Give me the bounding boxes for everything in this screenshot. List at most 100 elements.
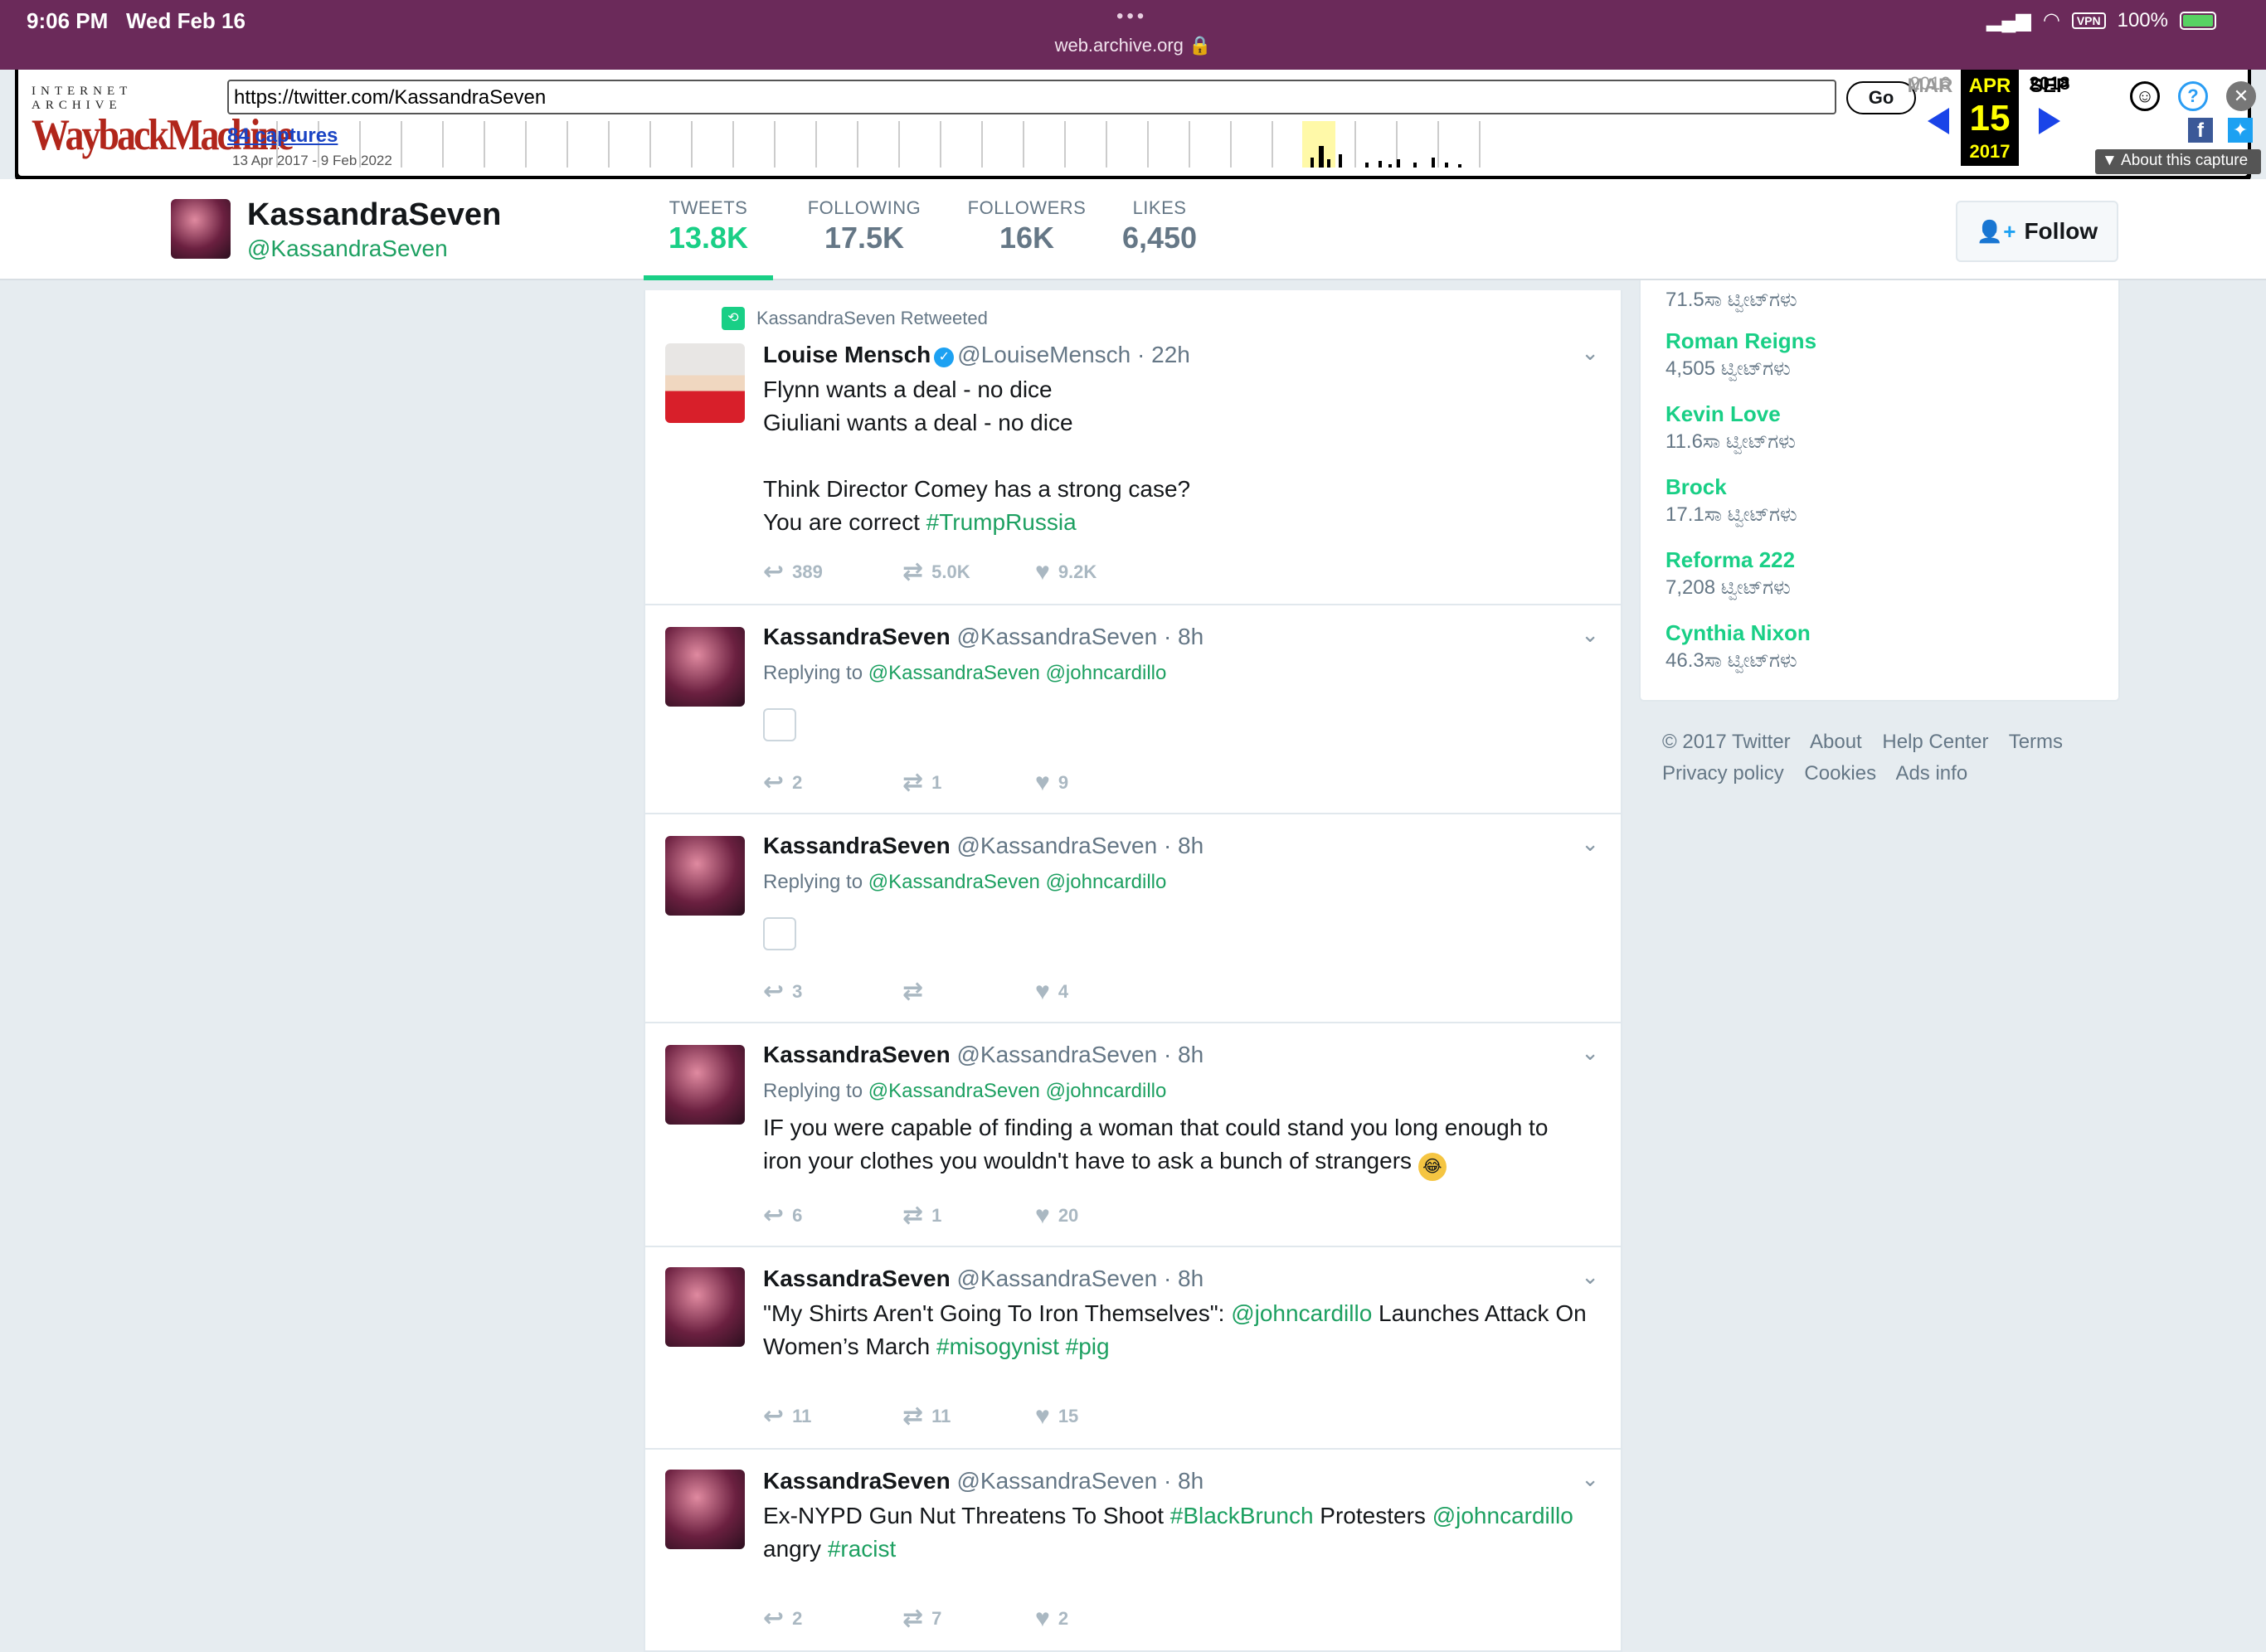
close-icon[interactable]: ✕ [2226,81,2256,111]
reply-icon: ↩ [763,978,785,1005]
hashtag-link[interactable]: #TrumpRussia [926,509,1077,535]
next-capture-arrow-icon[interactable] [2039,108,2060,134]
tweet[interactable]: KassandraSeven @KassandraSeven · 8h ⌄ Re… [645,814,1621,1023]
retweet-button[interactable]: ⇄ 1 [902,768,1035,797]
avatar[interactable] [665,1470,745,1549]
like-button[interactable]: ♥ 9 [1035,768,1068,797]
like-button[interactable]: ♥ 15 [1035,1402,1078,1431]
retweet-button[interactable]: ⇄ 11 [902,1402,1035,1431]
reply-button[interactable]: ↩ 11 [763,1402,902,1431]
media-placeholder[interactable] [763,917,796,950]
avatar[interactable] [665,627,745,707]
chevron-down-icon[interactable]: ⌄ [1581,622,1599,648]
facebook-icon[interactable]: f [2188,118,2213,143]
reply-button[interactable]: ↩ 389 [763,557,902,586]
tweet[interactable]: KassandraSeven @KassandraSeven · 8h ⌄ Re… [645,1023,1621,1247]
chevron-down-icon[interactable]: ⌄ [1581,1264,1599,1290]
trend-item[interactable]: Roman Reigns 4,505 ಟ್ವೀಟ್‌ಗಳು [1665,328,1816,381]
tweet-author-name[interactable]: Louise Mensch [763,342,931,367]
like-button[interactable]: ♥ 9.2K [1035,557,1097,586]
tweet-time[interactable]: · 8h [1164,624,1204,649]
calendar-next[interactable]: SEP 2018 [2020,70,2079,98]
tweet-author-handle[interactable]: @KassandraSeven [956,833,1157,858]
tweet-time[interactable]: · 8h [1164,1468,1204,1494]
tweet[interactable]: KassandraSeven @KassandraSeven · 8h ⌄ Ex… [645,1450,1621,1652]
tweet-time[interactable]: · 8h [1164,1266,1204,1291]
retweet-button[interactable]: ⇄ 7 [902,1604,1035,1633]
help-icon[interactable]: ? [2178,81,2208,111]
profile-handle[interactable]: @KassandraSeven [247,236,448,262]
tweet-author-name[interactable]: KassandraSeven [763,1042,951,1067]
about-capture-button[interactable]: ▼ About this capture [2095,149,2261,174]
footer-terms-link[interactable]: Terms [2009,731,2063,753]
tweet[interactable]: KassandraSeven @KassandraSeven · 8h ⌄ Re… [645,605,1621,814]
avatar[interactable] [665,1267,745,1347]
retweet-button[interactable]: ⇄ [902,977,1035,1006]
tweet-author-handle[interactable]: @KassandraSeven [956,1266,1157,1291]
stat-likes[interactable]: LIKES 6,450 [1111,197,1208,255]
tweet-author-handle[interactable]: @KassandraSeven [956,1042,1157,1067]
retweet-button[interactable]: ⇄ 5.0K [902,557,1035,586]
trend-item[interactable]: Kevin Love 11.6ಸಾ ಟ್ವೀಟ್‌ಗಳು [1665,401,1796,454]
tweet-author-handle[interactable]: @KassandraSeven [956,624,1157,649]
stat-tweets[interactable]: TWEETS 13.8K [644,197,773,280]
footer-about-link[interactable]: About [1810,731,1862,753]
hashtag-link[interactable]: #misogynist [936,1334,1059,1359]
tweet-author-name[interactable]: KassandraSeven [763,1468,951,1494]
media-placeholder[interactable] [763,708,796,741]
capture-sparkline[interactable] [227,121,1911,168]
chevron-down-icon[interactable]: ⌄ [1581,1040,1599,1066]
trend-item[interactable]: Brock 17.1ಸಾ ಟ್ವೀಟ್‌ಗಳು [1665,474,1797,527]
hashtag-link[interactable]: #racist [828,1536,896,1562]
like-button[interactable]: ♥ 20 [1035,1201,1078,1230]
tweet[interactable]: ⟲ KassandraSeven Retweeted Louise Mensch… [645,290,1621,605]
chevron-down-icon[interactable]: ⌄ [1581,1466,1599,1492]
wayback-url-input[interactable]: https://twitter.com/KassandraSeven [227,80,1836,114]
profile-name[interactable]: KassandraSeven [247,197,501,233]
like-button[interactable]: ♥ 4 [1035,977,1068,1006]
reply-button[interactable]: ↩ 2 [763,768,902,797]
tweet-time[interactable]: · 8h [1164,1042,1204,1067]
avatar[interactable] [665,343,745,423]
twitter-icon[interactable]: ✦ [2228,118,2253,143]
tweet-time[interactable]: · 8h [1164,833,1204,858]
trend-item[interactable]: Reforma 222 7,208 ಟ್ವೀಟ್‌ಗಳು [1665,547,1795,600]
avatar[interactable] [665,836,745,916]
tweet-time[interactable]: · 22h [1137,342,1190,367]
footer-ads-link[interactable]: Ads info [1895,762,1967,785]
mention-link[interactable]: @johncardillo [1432,1503,1573,1528]
reply-button[interactable]: ↩ 2 [763,1604,902,1633]
retweet-button[interactable]: ⇄ 1 [902,1201,1035,1230]
trend-item[interactable]: 71.5ಸಾ ಟ್ವೀಟ್‌ಗಳು [1665,285,1797,312]
trend-item[interactable]: Cynthia Nixon 46.3ಸಾ ಟ್ವೀಟ್‌ಗಳು [1665,620,1811,673]
tweet-author-name[interactable]: KassandraSeven [763,833,951,858]
tweet-author-handle[interactable]: @LouiseMensch [957,342,1131,367]
tweet-author-name[interactable]: KassandraSeven [763,624,951,649]
chevron-down-icon[interactable]: ⌄ [1581,340,1599,366]
avatar[interactable] [665,1045,745,1125]
like-button[interactable]: ♥ 2 [1035,1604,1068,1633]
tab-options-icon[interactable]: ••• [1116,5,1147,28]
tweet-author-handle[interactable]: @KassandraSeven [956,1468,1157,1494]
prev-capture-arrow-icon[interactable] [1928,108,1949,134]
calendar-prev[interactable]: MAR 2016 [1901,70,1959,98]
chevron-down-icon[interactable]: ⌄ [1581,831,1599,857]
reply-button[interactable]: ↩ 3 [763,977,902,1006]
captures-link[interactable]: 84 captures [227,124,338,148]
hashtag-link[interactable]: #pig [1066,1334,1110,1359]
user-icon[interactable]: ☺ [2130,81,2160,111]
stat-following[interactable]: FOLLOWING 17.5K [793,197,936,255]
wayback-logo[interactable]: INTERNET ARCHIVE WaybackMachine [32,85,294,159]
hashtag-link[interactable]: #BlackBrunch [1170,1503,1314,1528]
footer-cookies-link[interactable]: Cookies [1804,762,1876,785]
tweet[interactable]: KassandraSeven @KassandraSeven · 8h ⌄ "M… [645,1247,1621,1450]
avatar[interactable] [171,199,231,259]
tweet-author-name[interactable]: KassandraSeven [763,1266,951,1291]
stat-followers[interactable]: FOLLOWERS 16K [954,197,1100,255]
mention-link[interactable]: @johncardillo [1231,1300,1372,1326]
follow-button[interactable]: 👤+ Follow [1956,201,2118,262]
reply-button[interactable]: ↩ 6 [763,1201,902,1230]
footer-privacy-link[interactable]: Privacy policy [1662,762,1784,785]
address-bar[interactable]: web.archive.org 🔒 [1037,35,1229,56]
footer-help-link[interactable]: Help Center [1882,731,1988,753]
